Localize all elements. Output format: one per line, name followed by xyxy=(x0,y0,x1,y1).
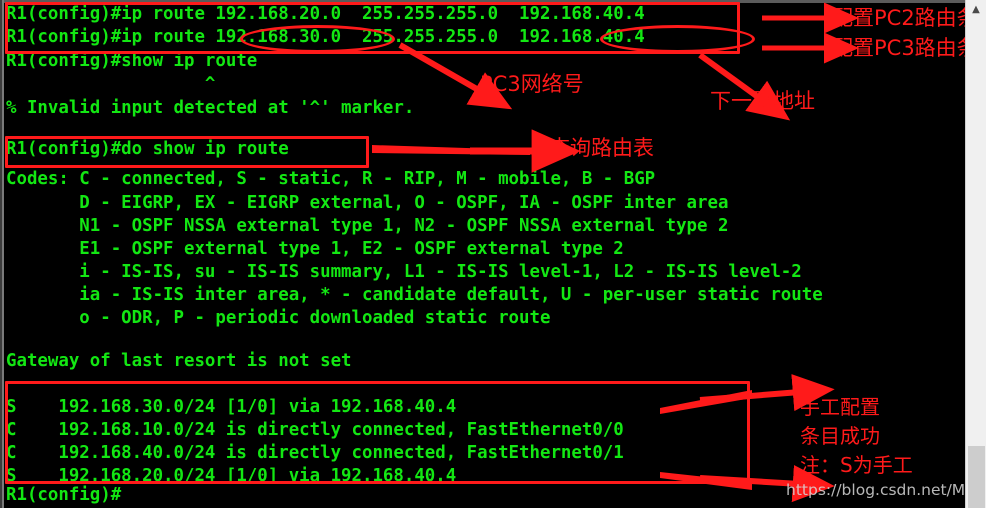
terminal-output: R1(config)#ip route 192.168.20.0 255.255… xyxy=(4,0,960,508)
scrollbar-thumb[interactable] xyxy=(968,446,985,508)
window-left-edge-inner xyxy=(0,0,2,508)
terminal-line: C 192.168.10.0/24 is directly connected,… xyxy=(6,420,624,440)
terminal-window: R1(config)#ip route 192.168.20.0 255.255… xyxy=(0,0,986,508)
terminal-line: C 192.168.40.0/24 is directly connected,… xyxy=(6,443,624,463)
terminal-line: R1(config)#ip route 192.168.20.0 255.255… xyxy=(6,4,645,24)
terminal-line: i - IS-IS, su - IS-IS summary, L1 - IS-I… xyxy=(6,262,802,282)
terminal-line: R1(config)# xyxy=(6,485,122,505)
vertical-scrollbar[interactable]: ▲ xyxy=(965,0,986,508)
terminal-line: R1(config)#show ip route xyxy=(6,51,258,71)
terminal-line: R1(config)#ip route 192.168.30.0 255.255… xyxy=(6,27,645,47)
terminal-line: o - ODR, P - periodic downloaded static … xyxy=(6,308,551,328)
terminal-line: R1(config)#do show ip route xyxy=(6,139,289,159)
terminal-line: ^ xyxy=(6,74,216,94)
terminal-line: ia - IS-IS inter area, * - candidate def… xyxy=(6,285,823,305)
terminal-line: D - EIGRP, EX - EIGRP external, O - OSPF… xyxy=(6,193,729,213)
terminal-line: E1 - OSPF external type 1, E2 - OSPF ext… xyxy=(6,239,624,259)
terminal-line: N1 - OSPF NSSA external type 1, N2 - OSP… xyxy=(6,216,729,236)
scroll-up-icon[interactable]: ▲ xyxy=(966,0,986,18)
terminal-line: S 192.168.30.0/24 [1/0] via 192.168.40.4 xyxy=(6,397,457,417)
terminal-line: Gateway of last resort is not set xyxy=(6,351,352,371)
terminal-line: Codes: C - connected, S - static, R - RI… xyxy=(6,169,656,189)
terminal-line: % Invalid input detected at '^' marker. xyxy=(6,98,415,118)
